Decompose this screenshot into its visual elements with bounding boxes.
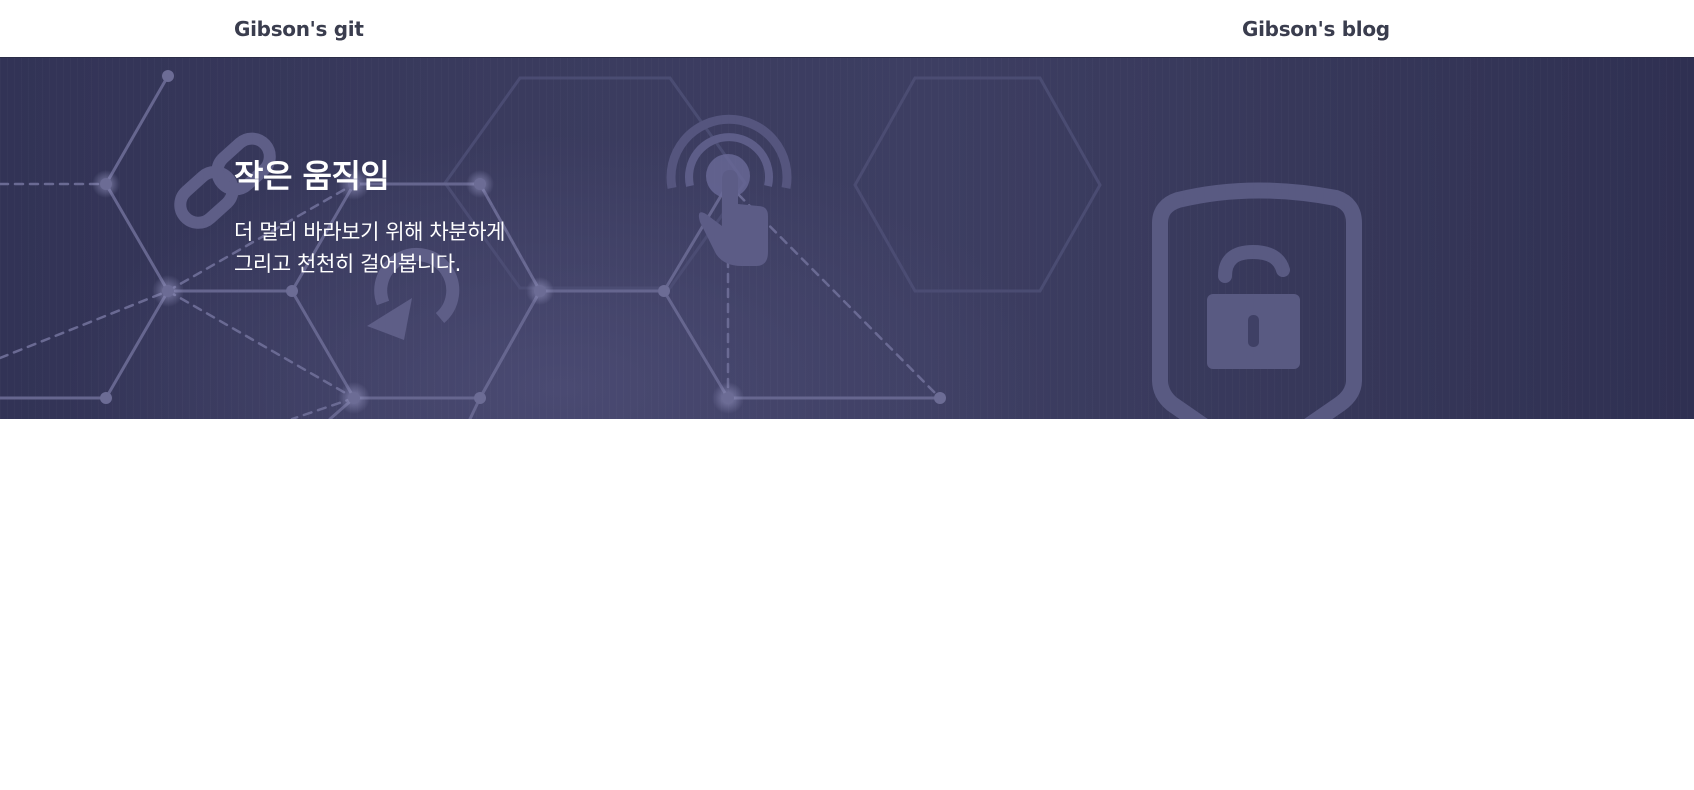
touch-icon xyxy=(666,114,792,266)
top-navigation-bar: Gibson's git Gibson's blog xyxy=(0,0,1694,58)
hero-subtitle-line-1: 더 멀리 바라보기 위해 차분하게 xyxy=(234,220,506,244)
hero-banner: 작은 움직임 더 멀리 바라보기 위해 차분하게 그리고 천천히 걸어봅니다. xyxy=(0,58,1694,419)
hero-title: 작은 움직임 xyxy=(234,157,390,195)
gibsons-git-link[interactable]: Gibson's git xyxy=(234,16,364,42)
hero-subtitle-line-2: 그리고 천천히 걸어봅니다. xyxy=(234,252,461,276)
gibsons-blog-link[interactable]: Gibson's blog xyxy=(1242,16,1390,42)
refresh-icon-arrow xyxy=(367,298,412,340)
hero-subtitle: 더 멀리 바라보기 위해 차분하게 그리고 천천히 걸어봅니다. xyxy=(234,216,505,280)
shield-lock-icon xyxy=(1152,182,1362,419)
